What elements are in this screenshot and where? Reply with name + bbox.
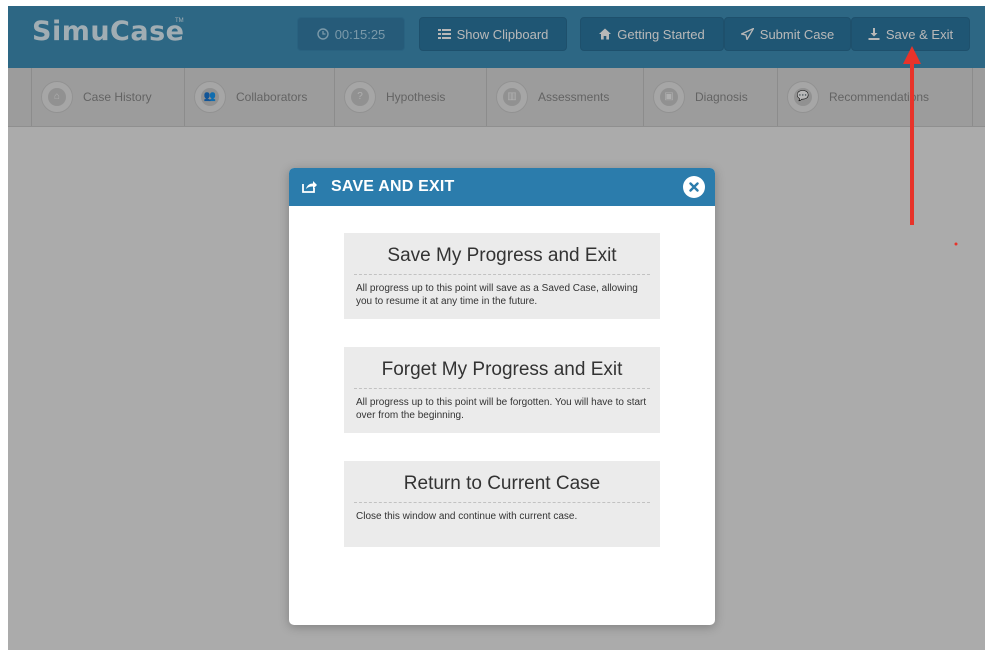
- app-window: SimuCase TM 00:15:25 Show Clipboard Gett…: [8, 6, 985, 650]
- dialog-title: SAVE AND EXIT: [331, 178, 455, 195]
- share-icon: [302, 181, 317, 193]
- option-description: All progress up to this point will save …: [356, 283, 638, 307]
- option-description: All progress up to this point will be fo…: [356, 397, 647, 421]
- close-button[interactable]: [683, 176, 705, 198]
- return-to-case-option[interactable]: Return to Current Case Close this window…: [344, 461, 660, 547]
- option-title: Save My Progress and Exit: [354, 233, 650, 275]
- close-icon: [689, 182, 699, 192]
- option-title: Return to Current Case: [354, 461, 650, 503]
- forget-progress-option[interactable]: Forget My Progress and Exit All progress…: [344, 347, 660, 433]
- save-and-exit-dialog: SAVE AND EXIT Save My Progress and Exit …: [289, 168, 715, 625]
- dialog-header: SAVE AND EXIT: [289, 168, 715, 206]
- save-progress-option[interactable]: Save My Progress and Exit All progress u…: [344, 233, 660, 319]
- option-description: Close this window and continue with curr…: [356, 511, 578, 522]
- option-title: Forget My Progress and Exit: [354, 347, 650, 389]
